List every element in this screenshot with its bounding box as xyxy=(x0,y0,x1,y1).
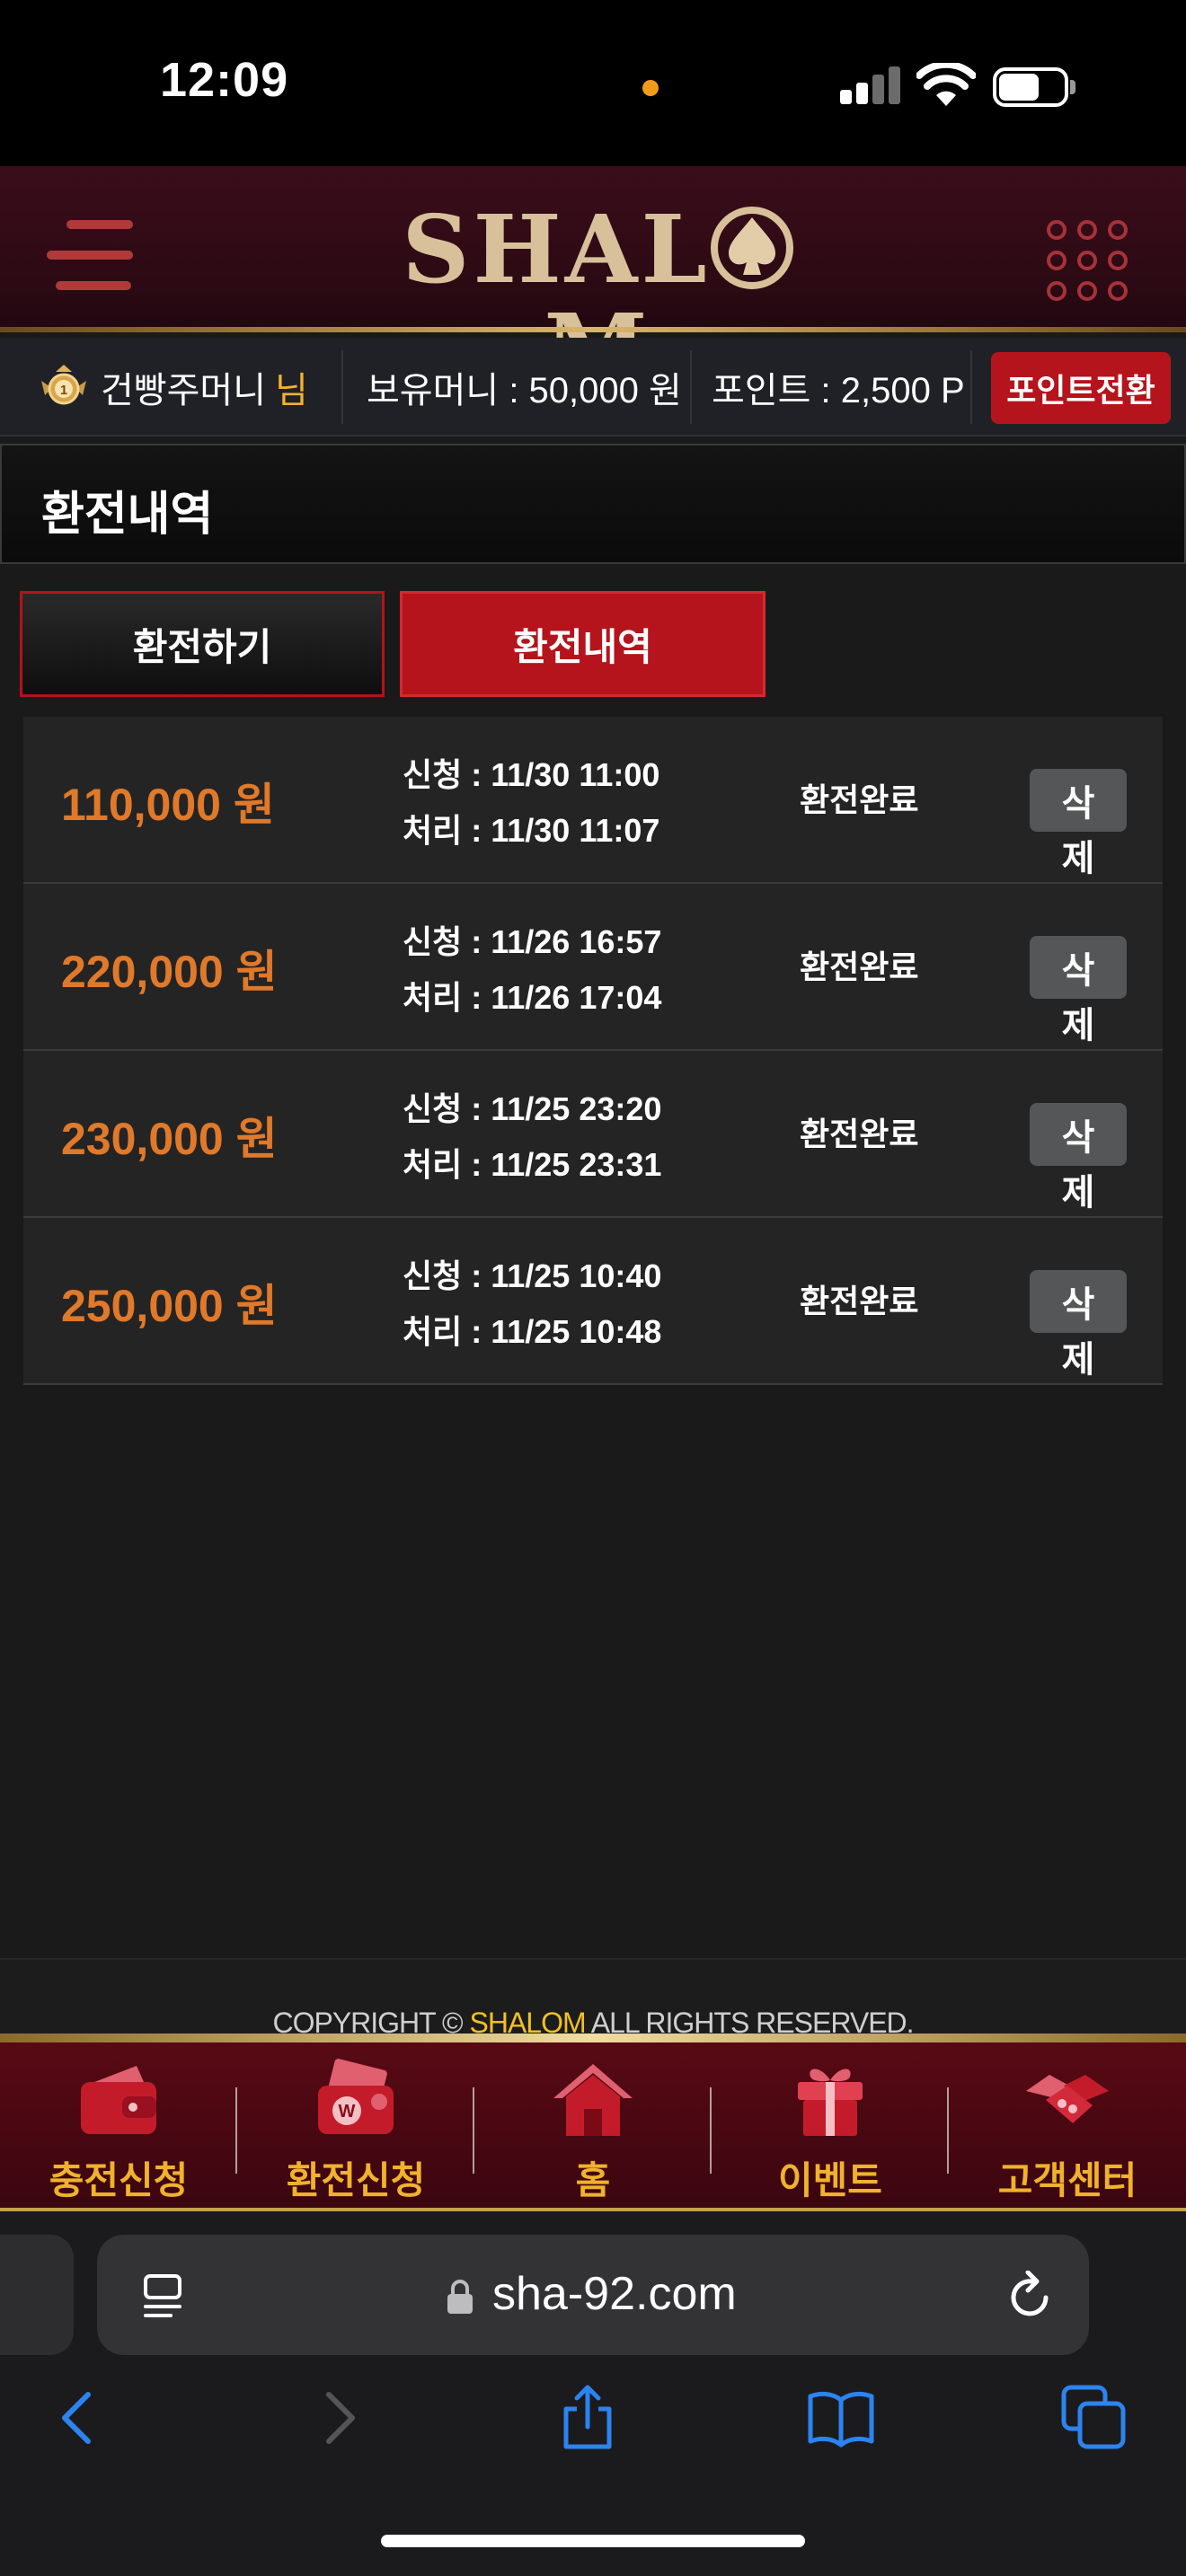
processed-time: 처리 : 11/30 11:07 xyxy=(403,812,660,849)
amount: 230,000 원 xyxy=(61,1114,278,1164)
delete-label-2[interactable]: 제 xyxy=(1030,1328,1127,1385)
home-icon xyxy=(553,2064,633,2136)
gift-icon xyxy=(798,2069,863,2136)
processed-time: 처리 : 11/25 23:31 xyxy=(403,1146,662,1183)
cellular-signal-icon xyxy=(840,65,901,104)
nav-label: 충전신청 xyxy=(49,2159,189,2201)
requested-time: 신청 : 11/30 11:00 xyxy=(403,756,660,793)
bookmarks-icon[interactable] xyxy=(805,2382,877,2454)
handshake-icon xyxy=(1026,2075,1109,2123)
page-title-bar: 환전내역 xyxy=(0,444,1186,564)
nav-item-event[interactable]: 이벤트 xyxy=(712,2053,949,2206)
tab-exchange[interactable]: 환전하기 xyxy=(20,591,385,697)
nav-item-withdraw[interactable]: W 환전신청 xyxy=(237,2053,474,2206)
history-row: 230,000 원 신청 : 11/25 23:20 처리 : 11/25 23… xyxy=(23,1051,1163,1218)
nav-label: 이벤트 xyxy=(778,2159,882,2201)
processed-time: 처리 : 11/25 10:48 xyxy=(403,1313,662,1350)
battery-icon xyxy=(993,67,1075,107)
rank-badge-icon: 1 xyxy=(41,365,86,405)
status-badge: 환전완료 xyxy=(800,781,919,818)
page-title: 환전내역 xyxy=(41,489,214,541)
svg-text:W: W xyxy=(339,2102,356,2122)
delete-label-1[interactable]: 삭 xyxy=(1030,1270,1127,1333)
nav-label: 환전신청 xyxy=(286,2159,426,2201)
delete-label-1[interactable]: 삭 xyxy=(1030,1103,1127,1166)
address-bar[interactable]: sha-92.com xyxy=(97,2235,1089,2355)
divider xyxy=(341,350,343,424)
grid-menu-icon[interactable] xyxy=(1047,220,1129,303)
history-row: 250,000 원 신청 : 11/25 10:40 처리 : 11/25 10… xyxy=(23,1218,1163,1385)
nav-item-deposit[interactable]: 충전신청 xyxy=(0,2053,237,2206)
wifi-icon xyxy=(916,63,976,106)
divider xyxy=(690,350,692,424)
svg-text:1: 1 xyxy=(60,383,67,398)
nickname-text: 건빵주머니 xyxy=(101,371,266,410)
reader-mode-icon[interactable] xyxy=(142,2272,187,2321)
back-icon[interactable] xyxy=(43,2382,115,2454)
status-bar: 12:09 xyxy=(0,0,1186,166)
point-balance: 포인트 : 2,500 P xyxy=(712,371,965,410)
amount: 110,000 원 xyxy=(61,780,275,830)
wallet-icon xyxy=(81,2066,156,2134)
status-badge: 환전완료 xyxy=(800,948,919,985)
times: 신청 : 11/25 23:20 처리 : 11/25 23:31 xyxy=(403,1081,661,1193)
status-time: 12:09 xyxy=(160,53,289,107)
requested-time: 신청 : 11/26 16:57 xyxy=(403,923,662,960)
nav-item-support[interactable]: 고객센터 xyxy=(949,2053,1186,2206)
requested-time: 신청 : 11/25 10:40 xyxy=(403,1257,662,1294)
delete-label-2[interactable]: 제 xyxy=(1030,993,1127,1051)
logo-text-left: SHAL xyxy=(402,194,711,304)
exchange-history-list: 110,000 원 신청 : 11/30 11:00 처리 : 11/30 11… xyxy=(23,717,1163,1385)
bottom-nav: 충전신청 W 환전신청 홈 이벤트 고객센터 xyxy=(0,2033,1186,2211)
hamburger-menu-icon[interactable] xyxy=(47,220,140,292)
user-nickname: 1 건빵주머니 님 xyxy=(38,338,334,437)
times: 신청 : 11/30 11:00 처리 : 11/30 11:07 xyxy=(403,747,659,859)
delete-label-2[interactable]: 제 xyxy=(1030,1160,1127,1218)
history-row: 110,000 원 신청 : 11/30 11:00 처리 : 11/30 11… xyxy=(23,717,1163,884)
spade-icon xyxy=(710,207,793,289)
requested-time: 신청 : 11/25 23:20 xyxy=(403,1090,662,1127)
money-balance: 보유머니 : 50,000 원 xyxy=(367,371,682,410)
url-text[interactable]: sha-92.com xyxy=(492,2267,737,2321)
delete-label-2[interactable]: 제 xyxy=(1030,826,1127,884)
previous-tab-preview[interactable] xyxy=(0,2235,74,2355)
amount: 250,000 원 xyxy=(61,1281,278,1331)
divider xyxy=(970,350,972,424)
user-info-bar: 1 건빵주머니 님 보유머니 : 50,000 원 포인트 : 2,500 P … xyxy=(0,338,1186,437)
amount: 220,000 원 xyxy=(61,947,278,997)
delete-label-1[interactable]: 삭 xyxy=(1030,769,1127,832)
nickname-suffix: 님 xyxy=(275,371,308,410)
reload-icon[interactable] xyxy=(1005,2271,1055,2321)
home-indicator[interactable] xyxy=(381,2535,805,2547)
tabs-icon[interactable] xyxy=(1058,2382,1130,2454)
tab-exchange-history[interactable]: 환전내역 xyxy=(400,591,766,697)
lock-icon xyxy=(447,2280,473,2314)
money-exchange-icon: W xyxy=(318,2059,394,2134)
browser-toolbar: sha-92.com xyxy=(0,2211,1186,2576)
nav-label: 고객센터 xyxy=(997,2159,1137,2201)
history-row: 220,000 원 신청 : 11/26 16:57 처리 : 11/26 17… xyxy=(23,884,1163,1051)
processed-time: 처리 : 11/26 17:04 xyxy=(403,979,662,1016)
forward-icon[interactable] xyxy=(302,2382,374,2454)
shalom-logo[interactable]: SHAL M xyxy=(355,200,840,398)
times: 신청 : 11/25 10:40 처리 : 11/25 10:48 xyxy=(403,1248,661,1360)
times: 신청 : 11/26 16:57 처리 : 11/26 17:04 xyxy=(403,914,661,1026)
point-convert-button[interactable]: 포인트전환 xyxy=(991,352,1171,424)
nav-item-home[interactable]: 홈 xyxy=(474,2053,712,2206)
share-icon[interactable] xyxy=(552,2382,624,2454)
site-header: SHAL M xyxy=(0,166,1186,398)
status-badge: 환전완료 xyxy=(800,1283,919,1319)
status-badge: 환전완료 xyxy=(800,1116,919,1152)
recording-dot-icon xyxy=(642,80,659,96)
nav-label: 홈 xyxy=(575,2159,611,2201)
delete-label-1[interactable]: 삭 xyxy=(1030,936,1127,999)
